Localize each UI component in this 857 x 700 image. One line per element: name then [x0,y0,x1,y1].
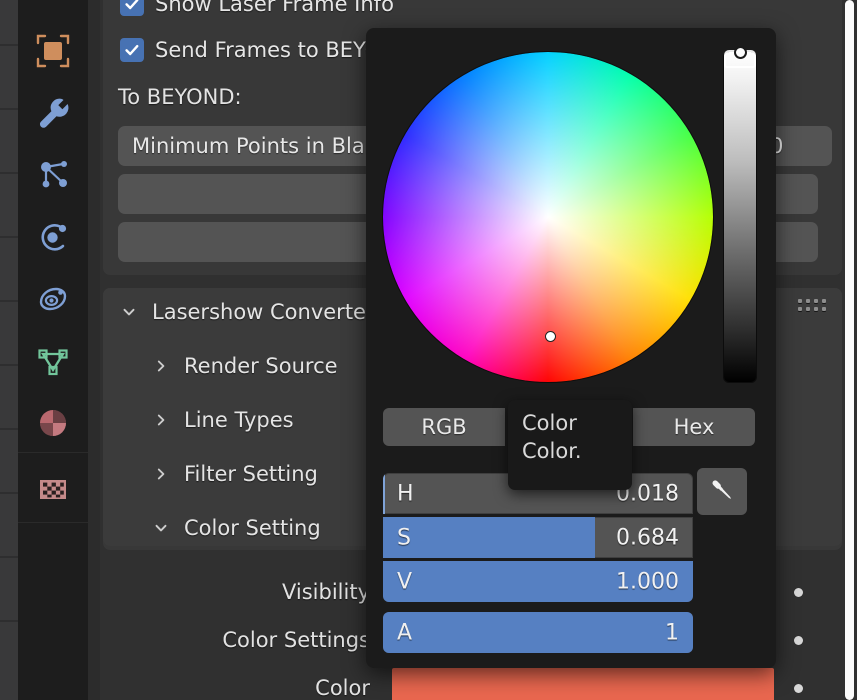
checkbox-show-laser-frame-info[interactable] [120,0,144,16]
panel-grip-dots[interactable] [798,299,826,311]
tree-item-color-setting[interactable]: Color Setting [152,516,321,540]
checker-texture-icon [33,469,73,509]
tooltip-line-2: Color. [522,438,618,466]
physics-orbit-icon [33,217,73,257]
chevron-right-icon [152,357,170,375]
tab-hex[interactable]: Hex [633,408,755,446]
slider-value-a: 1 [665,620,679,645]
to-beyond-label: To BEYOND: [118,85,242,109]
tab-rgb-label: RGB [421,415,466,439]
editor-outer-strip [0,0,18,700]
sidebar-item-object-data[interactable] [18,330,88,392]
tab-hex-label: Hex [674,415,715,439]
tree-item-label-color-setting: Color Setting [184,516,321,540]
color-picker-popover: RGB HSV Hex H 0.018 S 0.684 V [366,28,776,668]
slider-label-h: H [397,481,414,506]
slider-saturation[interactable]: S 0.684 [383,517,693,558]
property-label-color: Color [100,676,370,700]
tab-rgb[interactable]: RGB [383,408,505,446]
particles-icon [33,279,73,319]
eyedropper-button[interactable] [697,468,747,515]
animate-dot-visibility[interactable] [794,588,803,597]
sidebar-item-texture[interactable] [18,458,88,520]
panel-header-lasershow-converter[interactable]: Lasershow Converter [120,300,375,324]
checkbox-label-show-laser-frame-info: Show Laser Frame Info [155,0,394,16]
tree-item-label-render-source: Render Source [184,354,338,378]
tree-item-line-types[interactable]: Line Types [152,408,294,432]
tooltip: Color Color. [508,400,632,490]
sidebar-item-scene[interactable] [18,268,88,330]
slider-label-v: V [397,569,412,594]
chevron-down-icon [152,519,170,537]
sidebar-item-view-layer[interactable] [18,206,88,268]
tool-square-icon [33,31,73,71]
wrench-icon [33,93,73,133]
hsva-slider-group: H 0.018 S 0.684 V 1.000 A 1 [383,473,693,653]
color-wheel[interactable] [383,52,713,382]
chevron-right-icon [152,411,170,429]
eyedropper-icon [707,475,737,509]
animate-dot-color[interactable] [794,684,803,693]
panel-header-label: Lasershow Converter [152,300,375,324]
mesh-triangle-icon [33,341,73,381]
tooltip-line-1: Color [522,410,618,438]
color-swatch[interactable] [392,668,774,700]
chevron-down-icon [120,303,138,321]
checkbox-send-frames-to-beyond[interactable] [120,38,144,62]
slider-value[interactable]: V 1.000 [383,561,693,602]
vertical-scrollbar[interactable] [845,0,854,700]
tab-column-gutter [88,0,100,700]
slider-value-v: 1.000 [616,569,679,594]
slider-value-s: 0.684 [616,525,679,550]
tree-item-label-line-types: Line Types [184,408,294,432]
material-sphere-icon [33,403,73,443]
tree-item-filter-setting[interactable]: Filter Setting [152,462,318,486]
property-label-color-settings: Color Settings [100,628,370,652]
slider-label-a: A [397,620,412,645]
sidebar-item-output[interactable] [18,144,88,206]
tree-item-label-filter-setting: Filter Setting [184,462,318,486]
sidebar-item-tool[interactable] [18,20,88,82]
slider-alpha[interactable]: A 1 [383,612,693,653]
node-tree-icon [33,155,73,195]
property-label-visibility: Visibility [100,580,370,604]
slider-label-s: S [397,525,411,550]
tree-item-render-source[interactable]: Render Source [152,354,338,378]
value-slider-knob[interactable] [734,46,747,59]
blender-properties-editor: Show Laser Frame Info Send Frames to BEY… [0,0,857,700]
sidebar-item-render[interactable] [18,82,88,144]
animate-dot-color-settings[interactable] [794,636,803,645]
color-wheel-cursor[interactable] [545,331,556,342]
chevron-right-icon [152,465,170,483]
sidebar-item-material[interactable] [18,392,88,454]
checkbox-row-show-laser-frame-info[interactable]: Show Laser Frame Info [120,0,394,16]
value-slider[interactable] [724,52,756,382]
